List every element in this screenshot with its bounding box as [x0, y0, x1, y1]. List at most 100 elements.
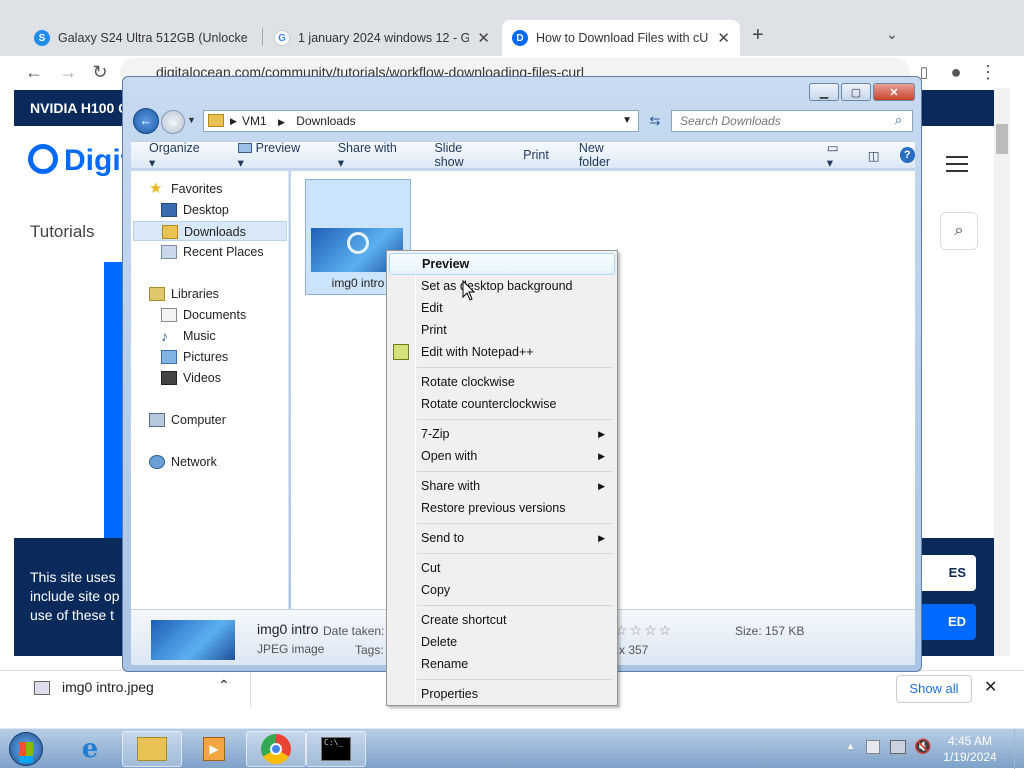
menu-item-rename[interactable]: Rename: [389, 653, 615, 675]
digitalocean-logo[interactable]: Digit: [28, 144, 131, 178]
menu-item-properties[interactable]: Properties: [389, 683, 615, 705]
explorer-search-input[interactable]: Search Downloads: [671, 110, 913, 132]
tab-search-icon[interactable]: ⌄: [886, 26, 898, 43]
start-button[interactable]: [2, 731, 50, 767]
nav-recent-places[interactable]: Recent Places: [161, 242, 264, 262]
menu-item-create-shortcut[interactable]: Create shortcut: [389, 609, 615, 631]
minimize-button[interactable]: ▁: [809, 83, 839, 101]
explorer-address-bar[interactable]: ▶ VM1 ▶ Downloads ▼: [203, 110, 639, 132]
nav-downloads[interactable]: Downloads: [133, 221, 287, 241]
image-file-icon: [34, 681, 50, 695]
new-tab-button[interactable]: +: [752, 24, 764, 47]
action-center-flag-icon[interactable]: [866, 740, 880, 754]
nav-tutorials-link[interactable]: Tutorials: [30, 222, 95, 242]
close-tab-icon[interactable]: ✕: [717, 29, 730, 47]
preview-menu[interactable]: Preview ▾: [237, 141, 308, 170]
menu-item-edit[interactable]: Edit: [389, 297, 615, 319]
nav-pictures[interactable]: Pictures: [161, 347, 228, 367]
menu-item-set-desktop-background[interactable]: Set as desktop background: [389, 275, 615, 297]
menu-item-share-with[interactable]: Share with ▶: [389, 475, 615, 497]
menu-item-restore-previous[interactable]: Restore previous versions: [389, 497, 615, 519]
close-download-bar-icon[interactable]: ✕: [984, 677, 997, 697]
navigation-pane: ★ Favorites Desktop Downloads Recent Plac…: [131, 171, 289, 609]
media-player-icon: ▶: [203, 737, 225, 761]
profile-avatar-icon[interactable]: ●: [944, 60, 968, 84]
address-dropdown-icon[interactable]: ▼: [622, 111, 632, 131]
back-arrow-icon[interactable]: ←: [22, 60, 46, 84]
recent-pages-chevron-icon[interactable]: ▼: [187, 115, 196, 125]
volume-icon[interactable]: 🔇: [914, 738, 931, 755]
preview-icon: [237, 142, 252, 153]
close-button[interactable]: ✕: [873, 83, 915, 101]
nav-computer[interactable]: Computer: [149, 410, 226, 430]
menu-item-rotate-counterclockwise[interactable]: Rotate counterclockwise: [389, 393, 615, 415]
show-all-button[interactable]: Show all: [896, 675, 972, 703]
taskbar-chrome[interactable]: [246, 731, 306, 767]
menu-item-7zip[interactable]: 7-Zip ▶: [389, 423, 615, 445]
menu-kebab-icon[interactable]: ⋮: [976, 60, 1000, 84]
windows-logo-icon: [9, 732, 43, 766]
taskbar-cmd[interactable]: C:\_: [306, 731, 366, 767]
submenu-arrow-icon: ▶: [598, 481, 605, 491]
show-desktop-button[interactable]: [1014, 729, 1024, 769]
chevron-up-icon[interactable]: ⌃: [218, 677, 230, 694]
taskbar-ie[interactable]: e: [60, 731, 120, 767]
menu-item-delete[interactable]: Delete: [389, 631, 615, 653]
menu-item-send-to[interactable]: Send to ▶: [389, 527, 615, 549]
network-icon: [149, 455, 165, 469]
close-tab-icon[interactable]: ✕: [477, 29, 490, 47]
back-icon[interactable]: ←: [133, 108, 159, 134]
videos-icon: [161, 371, 177, 385]
network-tray-icon[interactable]: [890, 740, 906, 754]
system-clock[interactable]: 4:45 AM 1/19/2024: [930, 733, 1010, 765]
forward-arrow-icon[interactable]: →: [56, 60, 80, 84]
nav-network[interactable]: Network: [149, 452, 217, 472]
menu-item-copy[interactable]: Copy: [389, 579, 615, 601]
hamburger-menu-icon[interactable]: [946, 156, 968, 172]
menu-item-edit-notepadpp[interactable]: Edit with Notepad++: [389, 341, 615, 363]
tab-curl-tutorial[interactable]: D How to Download Files with cURL ✕: [502, 20, 740, 56]
nav-music[interactable]: ♪ Music: [161, 326, 216, 346]
nav-documents[interactable]: Documents: [161, 305, 246, 325]
date-taken-label: Date taken:: [323, 624, 385, 638]
share-with-menu[interactable]: Share with ▾: [338, 141, 405, 170]
context-menu: Preview Set as desktop background Edit P…: [386, 250, 618, 706]
nav-favorites[interactable]: ★ Favorites: [149, 179, 222, 199]
taskbar-explorer[interactable]: [122, 731, 182, 767]
forward-icon[interactable]: →: [161, 110, 185, 134]
breadcrumb-vm1[interactable]: VM1: [242, 114, 267, 128]
organize-menu[interactable]: Organize ▾: [149, 141, 208, 170]
nav-videos[interactable]: Videos: [161, 368, 221, 388]
menu-item-rotate-clockwise[interactable]: Rotate clockwise: [389, 371, 615, 393]
details-file-name: img0 intro: [257, 621, 319, 637]
new-folder-button[interactable]: New folder: [579, 141, 637, 169]
help-icon[interactable]: ?: [899, 147, 916, 163]
scrollbar-thumb[interactable]: [996, 124, 1008, 154]
site-search-icon[interactable]: ⌕: [940, 212, 978, 250]
internet-explorer-icon: e: [81, 734, 99, 764]
nav-desktop[interactable]: Desktop: [161, 200, 229, 220]
print-button[interactable]: Print: [523, 148, 549, 162]
page-scrollbar[interactable]: [994, 88, 1010, 656]
slide-show-button[interactable]: Slide show: [434, 141, 493, 169]
show-hidden-icons-icon[interactable]: ▲: [846, 741, 855, 751]
recent-places-icon: [161, 245, 177, 259]
menu-item-cut[interactable]: Cut: [389, 557, 615, 579]
breadcrumb-downloads[interactable]: Downloads: [296, 114, 355, 128]
taskbar-media-player[interactable]: ▶: [184, 731, 244, 767]
menu-item-print[interactable]: Print: [389, 319, 615, 341]
submenu-arrow-icon: ▶: [598, 533, 605, 543]
download-filename[interactable]: img0 intro.jpeg: [62, 679, 154, 695]
menu-item-open-with[interactable]: Open with ▶: [389, 445, 615, 467]
google-icon: G: [274, 30, 290, 46]
tab-galaxy-s24[interactable]: S Galaxy S24 Ultra 512GB (Unlocke: [24, 20, 260, 56]
maximize-button[interactable]: ▢: [841, 83, 871, 101]
refresh-icon[interactable]: ⇆: [643, 110, 667, 132]
preview-pane-icon[interactable]: ◫: [868, 148, 880, 163]
menu-item-preview[interactable]: Preview: [389, 253, 615, 275]
view-options-icon[interactable]: ▭ ▾: [827, 140, 848, 170]
tab-google-search[interactable]: G 1 january 2024 windows 12 - Goo ✕: [264, 20, 500, 56]
nav-libraries[interactable]: Libraries: [149, 284, 219, 304]
rating-stars-icon[interactable]: ☆☆☆☆: [615, 622, 673, 639]
reload-icon[interactable]: ↻: [88, 60, 112, 84]
